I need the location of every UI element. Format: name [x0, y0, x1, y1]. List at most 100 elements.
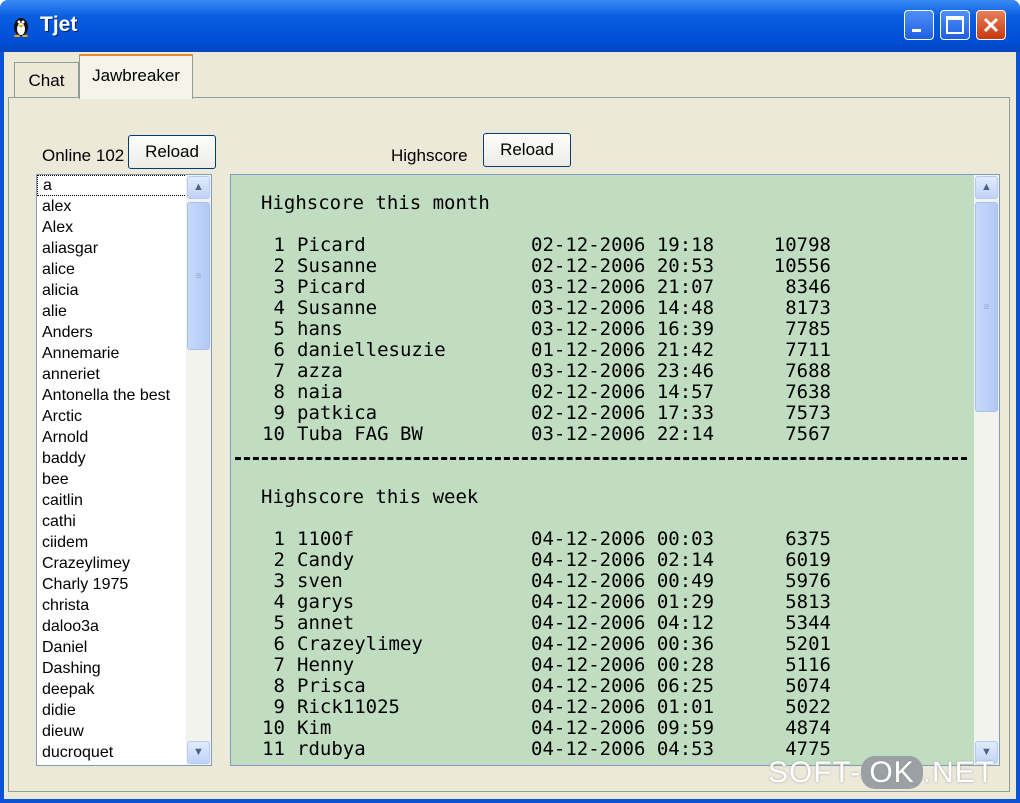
table-row: 10 Tuba FAG BW 03-12-2006 22:14 7567: [247, 424, 831, 445]
table-row: 4 Susanne 03-12-2006 14:48 8173: [247, 298, 831, 319]
score-rank: 7: [273, 360, 285, 382]
highscore-reload-button[interactable]: Reload: [483, 133, 571, 167]
list-item[interactable]: Charly 1975: [37, 574, 187, 595]
list-item[interactable]: alice: [37, 259, 187, 280]
score-date: 04-12-2006 00:36: [531, 633, 715, 655]
table-row: 3 sven 04-12-2006 00:49 5976: [247, 571, 831, 592]
list-item[interactable]: Annemarie: [37, 343, 187, 364]
close-button[interactable]: [976, 10, 1006, 40]
list-item[interactable]: cathi: [37, 511, 187, 532]
list-item[interactable]: a: [37, 175, 187, 196]
hs-scroll-thumb[interactable]: ≡: [975, 202, 998, 412]
online-users-list[interactable]: a alex Alex aliasgar alice alicia alie Anders An…: [36, 174, 212, 766]
week-heading: Highscore this week: [261, 486, 479, 508]
list-item[interactable]: Alex: [37, 217, 187, 238]
score-date: 04-12-2006 04:12: [531, 612, 715, 634]
score-name: Picard: [297, 234, 366, 256]
online-count-label: Online 102: [42, 146, 125, 165]
table-row: 7 Henny 04-12-2006 00:28 5116: [247, 655, 831, 676]
list-item[interactable]: ciidem: [37, 532, 187, 553]
week-table: 1 1100f 04-12-2006 00:03 6375 2 Candy 04-12-20…: [247, 529, 831, 760]
list-item[interactable]: Arnold: [37, 427, 187, 448]
score-rank: 3: [273, 570, 285, 592]
score-name: azza: [297, 360, 343, 382]
highscore-textarea[interactable]: Highscore this month 1 Picard 02-12-2006 1…: [230, 174, 1000, 766]
chevron-down-icon: ▼: [193, 746, 204, 758]
list-item[interactable]: ducroquet: [37, 742, 187, 763]
score-date: 03-12-2006 22:14: [531, 423, 715, 445]
score-name: rdubya: [297, 738, 366, 760]
title-bar[interactable]: Tjet: [0, 0, 1020, 52]
list-item[interactable]: Antonella the best: [37, 385, 187, 406]
score-name: garys: [297, 591, 355, 613]
user-list-scrollbar[interactable]: ▲ ≡ ▼: [186, 175, 211, 765]
list-item[interactable]: dieuw: [37, 721, 187, 742]
minimize-button[interactable]: [904, 10, 934, 40]
score-score: 5074: [785, 675, 831, 697]
score-name: Susanne: [297, 255, 378, 277]
table-row: 6 daniellesuzie 01-12-2006 21:42 7711: [247, 340, 831, 361]
score-name: Crazeylimey: [297, 633, 423, 655]
list-item[interactable]: baddy: [37, 448, 187, 469]
score-score: 4874: [785, 717, 831, 739]
list-item[interactable]: Crazeylimey: [37, 553, 187, 574]
score-name: Susanne: [297, 297, 378, 319]
tab-jawbreaker[interactable]: Jawbreaker: [79, 54, 193, 99]
score-rank: 10: [262, 717, 285, 739]
list-item[interactable]: Dashing: [37, 658, 187, 679]
score-name: sven: [297, 570, 343, 592]
list-item[interactable]: deepak: [37, 679, 187, 700]
list-item[interactable]: caitlin: [37, 490, 187, 511]
score-rank: 9: [273, 696, 285, 718]
list-item[interactable]: alie: [37, 301, 187, 322]
score-name: Kim: [297, 717, 332, 739]
score-date: 04-12-2006 09:59: [531, 717, 715, 739]
score-name: hans: [297, 318, 343, 340]
score-date: 04-12-2006 01:01: [531, 696, 715, 718]
tab-chat[interactable]: Chat: [14, 62, 79, 98]
list-item[interactable]: didie: [37, 700, 187, 721]
score-date: 01-12-2006 21:42: [531, 339, 715, 361]
list-item[interactable]: anneriet: [37, 364, 187, 385]
score-rank: 1: [273, 234, 285, 256]
section-separator: [235, 457, 967, 460]
list-item[interactable]: alicia: [37, 280, 187, 301]
minimize-icon: [912, 29, 921, 32]
scroll-down-button[interactable]: ▼: [187, 741, 210, 764]
score-score: 10798: [773, 234, 831, 256]
table-row: 4 garys 04-12-2006 01:29 5813: [247, 592, 831, 613]
score-rank: 6: [273, 633, 285, 655]
score-date: 03-12-2006 14:48: [531, 297, 715, 319]
watermark: SOFT- OK .NET: [768, 756, 995, 790]
score-score: 7785: [785, 318, 831, 340]
score-date: 04-12-2006 00:49: [531, 570, 715, 592]
list-item[interactable]: christa: [37, 595, 187, 616]
list-item[interactable]: alex: [37, 196, 187, 217]
list-item[interactable]: aliasgar: [37, 238, 187, 259]
table-row: 10 Kim 04-12-2006 09:59 4874: [247, 718, 831, 739]
score-name: patkica: [297, 402, 378, 424]
table-row: 9 patkica 02-12-2006 17:33 7573: [247, 403, 831, 424]
tab-chat-label: Chat: [28, 71, 65, 90]
score-date: 02-12-2006 14:57: [531, 381, 715, 403]
hs-scroll-up-button[interactable]: ▲: [975, 176, 998, 199]
list-item[interactable]: Daniel: [37, 637, 187, 658]
highscore-scrollbar[interactable]: ▲ ≡ ▼: [974, 175, 999, 765]
score-rank: 4: [273, 297, 285, 319]
list-item[interactable]: Anders: [37, 322, 187, 343]
score-rank: 7: [273, 654, 285, 676]
scroll-up-button[interactable]: ▲: [187, 176, 210, 199]
score-score: 7638: [785, 381, 831, 403]
score-name: Prisca: [297, 675, 366, 697]
list-item[interactable]: bee: [37, 469, 187, 490]
score-rank: 5: [273, 318, 285, 340]
maximize-button[interactable]: [940, 10, 970, 40]
online-reload-button[interactable]: Reload: [128, 135, 216, 169]
score-score: 6019: [785, 549, 831, 571]
scroll-thumb[interactable]: ≡: [187, 202, 210, 350]
score-score: 7688: [785, 360, 831, 382]
list-item[interactable]: daloo3a: [37, 616, 187, 637]
list-item[interactable]: Arctic: [37, 406, 187, 427]
table-row: 1 Picard 02-12-2006 19:18 10798: [247, 235, 831, 256]
score-date: 03-12-2006 21:07: [531, 276, 715, 298]
